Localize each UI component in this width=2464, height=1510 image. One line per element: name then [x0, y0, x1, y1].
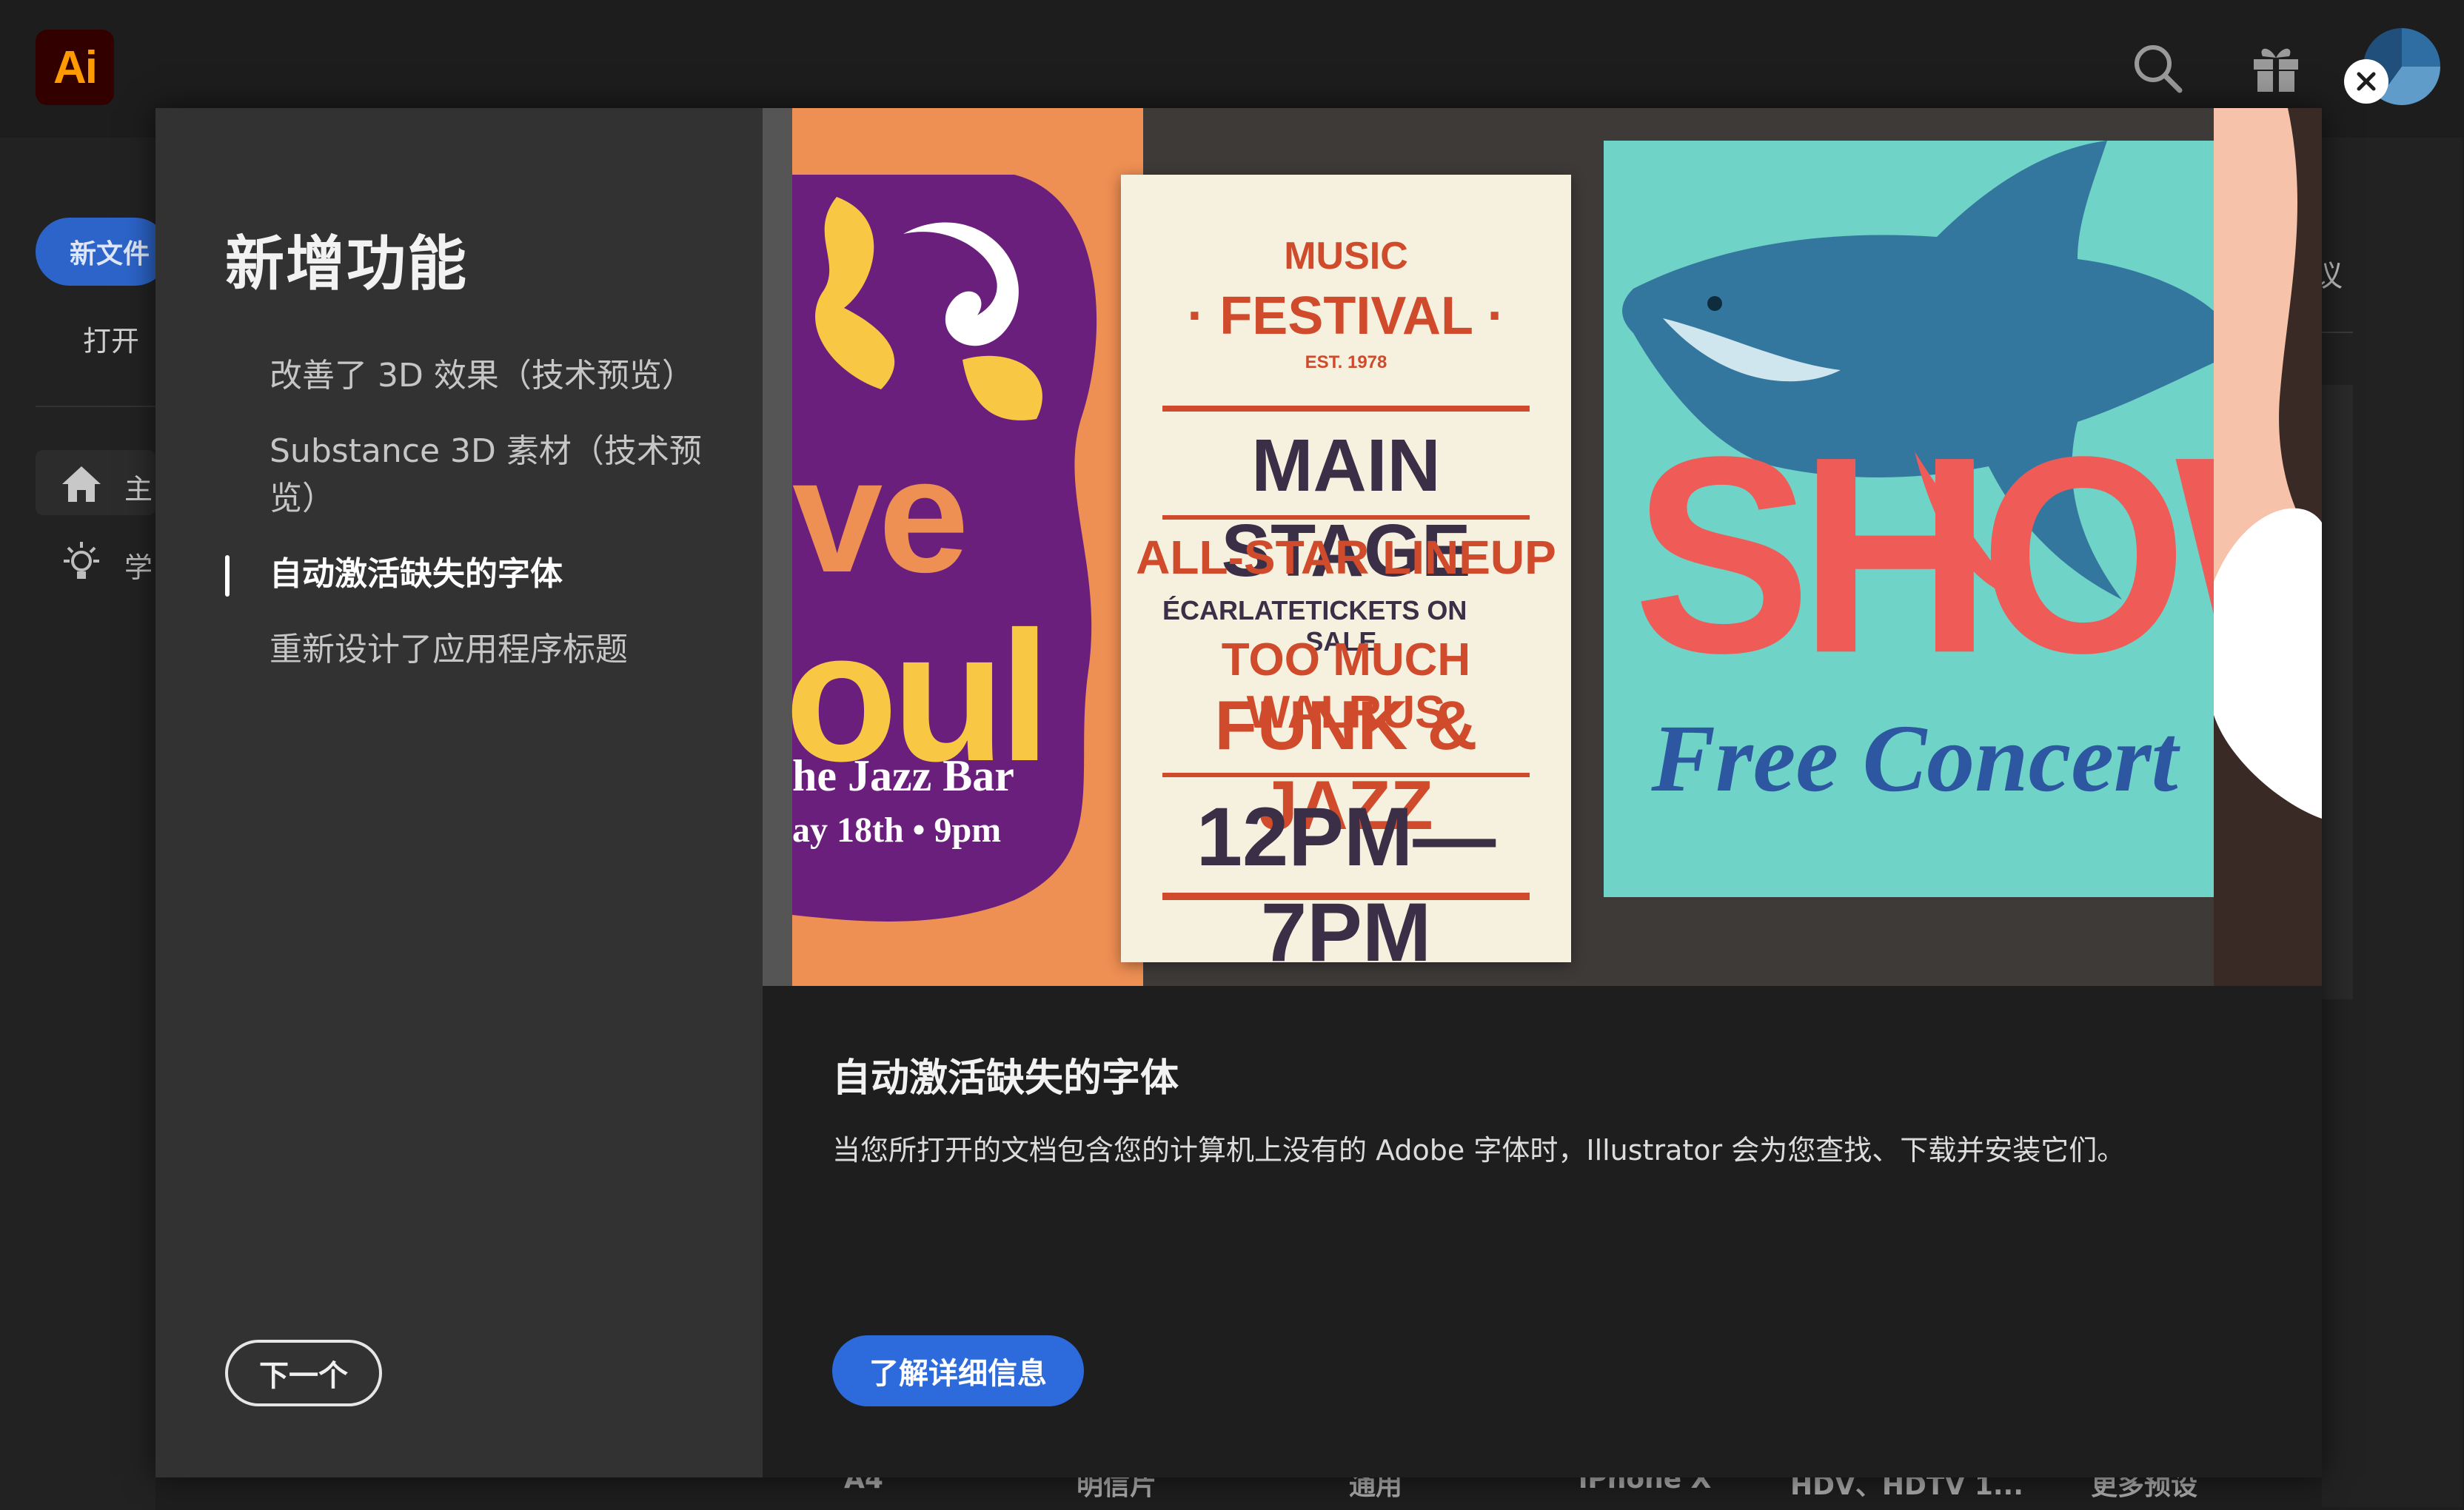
poster-est-label: EST. 1978: [1305, 352, 1387, 372]
feature-hero-image: ve oul he Jazz Bar ay 18th • 9pm MUSIC ·…: [763, 108, 2322, 986]
open-button[interactable]: 打开: [83, 318, 139, 359]
poster-music-label: MUSIC: [1284, 235, 1408, 278]
illustrator-logo: Ai: [36, 30, 114, 105]
search-icon[interactable]: [2129, 40, 2186, 96]
poster-lineup: ALL-STAR LINEUP: [1136, 531, 1556, 584]
feature-item-substance-3d[interactable]: Substance 3D 素材（技术预览）: [225, 428, 714, 523]
sidebar-item-learn-label[interactable]: 学: [124, 545, 153, 585]
learn-more-button[interactable]: 了解详细信息: [832, 1335, 1084, 1406]
background-card: [2322, 385, 2353, 999]
dialog-title: 新增功能: [225, 229, 468, 298]
poster-shark-show: SHOW Free Concert: [1604, 141, 2322, 897]
close-icon: [2357, 72, 2376, 91]
feature-item-label: Substance 3D 素材（技术预览）: [270, 432, 702, 517]
feature-item-label: 改善了 3D 效果（技术预览）: [270, 357, 694, 395]
poster-soul-big-text: ve: [792, 424, 969, 606]
whats-new-dialog: 新增功能 改善了 3D 效果（技术预览） Substance 3D 素材（技术预…: [155, 108, 2322, 1477]
poster-free-concert: Free Concert: [1651, 705, 2178, 812]
feature-item-label: 自动激活缺失的字体: [270, 555, 563, 593]
feature-item-label: 重新设计了应用程序标题: [270, 631, 628, 668]
feature-description: 当您所打开的文档包含您的计算机上没有的 Adobe 字体时，Illustrato…: [832, 1134, 2126, 1167]
poster-music-festival: MUSIC · FESTIVAL · EST. 1978 MAIN STAGE …: [1121, 175, 1571, 979]
feature-item-auto-activate-fonts[interactable]: 自动激活缺失的字体: [225, 551, 714, 598]
poster-portrait: [2214, 108, 2322, 986]
lightbulb-icon: [64, 542, 99, 579]
dialog-content: ve oul he Jazz Bar ay 18th • 9pm MUSIC ·…: [763, 108, 2322, 1477]
portrait-illustration: [2214, 108, 2322, 819]
home-icon: [62, 466, 101, 502]
poster-rule-mid: [1162, 515, 1530, 520]
active-indicator: [225, 555, 230, 597]
next-button[interactable]: 下一个: [225, 1340, 382, 1406]
feature-list: 改善了 3D 效果（技术预览） Substance 3D 素材（技术预览） 自动…: [225, 352, 714, 702]
feature-heading: 自动激活缺失的字体: [832, 1056, 1179, 1101]
gift-icon[interactable]: [2248, 40, 2304, 96]
poster-show-text: SHOW: [1633, 398, 2322, 712]
feature-item-3d-effects[interactable]: 改善了 3D 效果（技术预览）: [225, 352, 714, 400]
new-file-button[interactable]: 新文件: [36, 218, 169, 286]
poster-rule-top: [1162, 406, 1530, 412]
poster-time: 12PM—7PM: [1196, 791, 1496, 979]
hero-edge: [763, 108, 792, 986]
poster-soul-line-1: he Jazz Bar: [792, 751, 1014, 800]
poster-rule-bottom: [1162, 893, 1530, 900]
poster-soul-line-2: ay 18th • 9pm: [792, 811, 1002, 850]
poster-festival-label: · FESTIVAL ·: [1187, 286, 1505, 346]
poster-rule-lower: [1162, 773, 1530, 777]
close-button[interactable]: [2344, 59, 2388, 104]
background-divider: [2322, 332, 2353, 333]
poster-soul: ve oul he Jazz Bar ay 18th • 9pm: [785, 108, 1143, 986]
sidebar-item-home-label: 主: [124, 473, 153, 506]
dialog-sidebar: 新增功能 改善了 3D 效果（技术预览） Substance 3D 素材（技术预…: [155, 108, 763, 1477]
feature-item-app-header[interactable]: 重新设计了应用程序标题: [225, 626, 714, 674]
sidebar-divider: [36, 406, 155, 407]
